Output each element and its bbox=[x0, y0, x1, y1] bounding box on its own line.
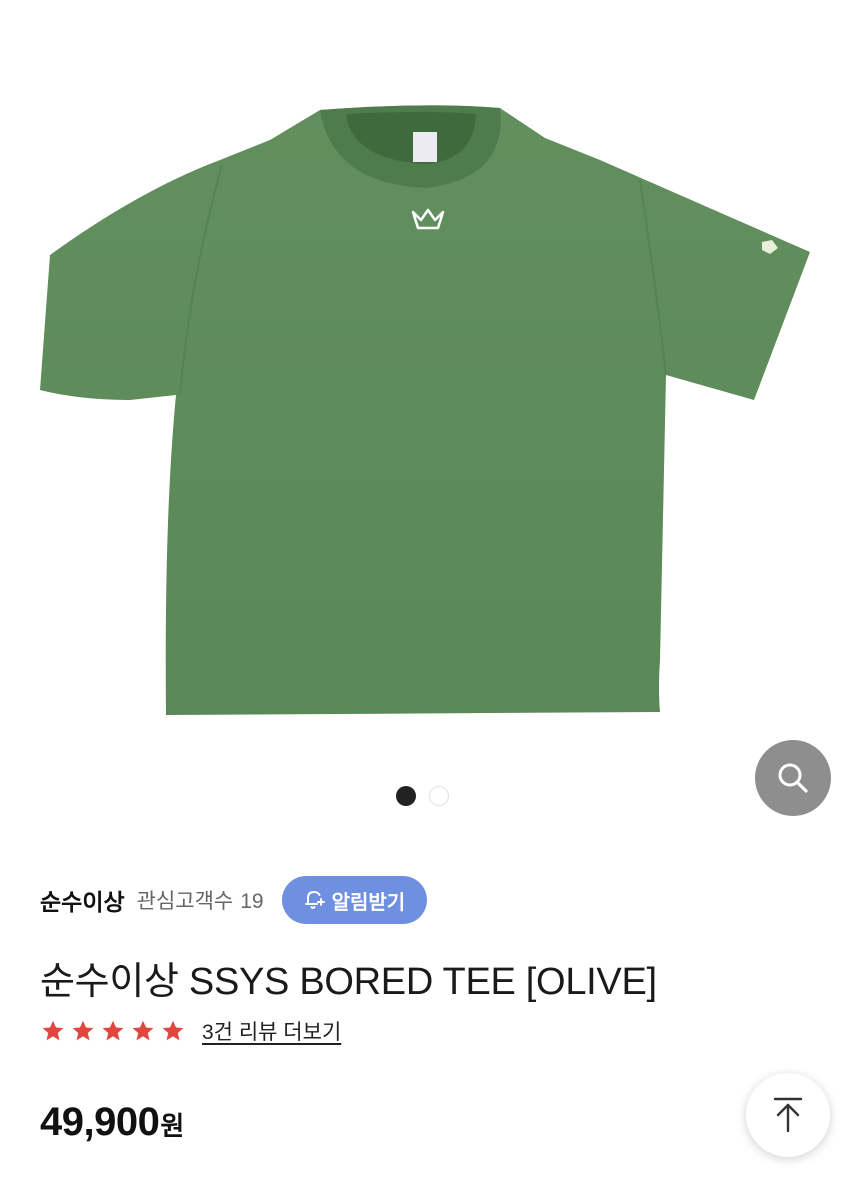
review-link[interactable]: 3건 리뷰 더보기 bbox=[202, 1016, 341, 1046]
star-icon bbox=[162, 1020, 184, 1041]
carousel-dot[interactable] bbox=[396, 786, 416, 806]
arrow-up-icon bbox=[773, 1097, 803, 1133]
product-gallery[interactable] bbox=[0, 0, 852, 840]
notify-button[interactable]: 알림받기 bbox=[281, 876, 428, 924]
brand-row: 순수이상 관심고객수 19 알림받기 bbox=[40, 876, 428, 924]
rating-row: 3건 리뷰 더보기 bbox=[40, 1016, 341, 1046]
bell-plus-icon bbox=[304, 890, 325, 909]
rating-stars bbox=[40, 1018, 186, 1044]
scroll-top-button[interactable] bbox=[746, 1073, 830, 1157]
star-icon bbox=[42, 1020, 64, 1041]
zoom-button[interactable] bbox=[755, 740, 831, 816]
star-icon bbox=[102, 1020, 124, 1041]
product-title: 순수이상 SSYS BORED TEE [OLIVE] bbox=[40, 961, 657, 1003]
brand-name[interactable]: 순수이상 bbox=[40, 883, 125, 917]
follower-info: 관심고객수 19 bbox=[137, 885, 264, 915]
notify-label: 알림받기 bbox=[331, 891, 406, 914]
price: 49,900 원 bbox=[40, 1100, 184, 1145]
price-value: 49,900 bbox=[40, 1100, 160, 1144]
star-icon bbox=[132, 1020, 154, 1041]
followers-label: 관심고객수 bbox=[136, 890, 234, 913]
star-icon bbox=[72, 1020, 94, 1041]
carousel-dot[interactable] bbox=[429, 786, 449, 806]
neck-label bbox=[413, 132, 437, 162]
followers-count: 19 bbox=[240, 890, 264, 913]
carousel-dots bbox=[396, 786, 449, 806]
price-unit: 원 bbox=[160, 1111, 185, 1141]
product-image bbox=[40, 105, 810, 715]
search-icon bbox=[778, 763, 808, 793]
